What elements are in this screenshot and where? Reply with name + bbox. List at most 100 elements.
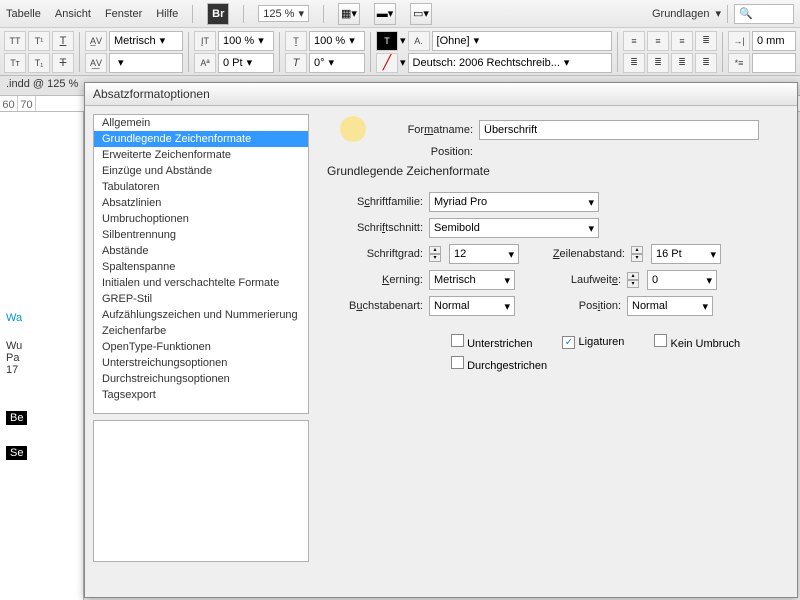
menu-fenster[interactable]: Fenster: [105, 8, 142, 20]
kerning-combo[interactable]: Metrisch▾: [109, 31, 183, 51]
menubar: Tabelle Ansicht Fenster Hilfe Br 125 %▾ …: [0, 0, 800, 28]
sidebar-item[interactable]: Aufzählungszeichen und Nummerierung: [94, 307, 308, 323]
dialog-title: Absatzformatoptionen: [85, 83, 797, 106]
indent-left-icon: →|: [728, 31, 750, 51]
language-combo[interactable]: Deutsch: 2006 Rechtschreib...▾: [408, 53, 612, 73]
sidebar-item[interactable]: Unterstreichungsoptionen: [94, 355, 308, 371]
workspace-combo[interactable]: Grundlagen: [652, 8, 710, 20]
subscript-button[interactable]: T₁: [28, 53, 50, 73]
indent-first-icon: *≡: [728, 53, 750, 73]
underline-checkbox[interactable]: Unterstrichen: [451, 334, 532, 350]
view-options-button[interactable]: ▭▾: [410, 3, 432, 25]
bridge-button[interactable]: Br: [207, 3, 229, 25]
kerning-combo[interactable]: Metrisch▾: [429, 270, 515, 290]
justify-left-button[interactable]: ≣: [623, 53, 645, 73]
pos-label: Position:: [521, 300, 621, 312]
tracking-combo[interactable]: 0▾: [647, 270, 717, 290]
formatname-input[interactable]: [479, 120, 759, 140]
stroke-button[interactable]: ╱: [376, 53, 398, 73]
sidebar-item[interactable]: OpenType-Funktionen: [94, 339, 308, 355]
sidebar-item[interactable]: Zeichenfarbe: [94, 323, 308, 339]
sidebar-item[interactable]: Absatzlinien: [94, 195, 308, 211]
fill-button[interactable]: T: [376, 31, 398, 51]
font-size-combo[interactable]: 12▾: [449, 244, 519, 264]
size-label: Schriftgrad:: [327, 248, 423, 260]
paragraph-style-options-dialog: Absatzformatoptionen AllgemeinGrundlegen…: [84, 82, 798, 598]
font-family-combo[interactable]: Myriad Pro▾: [429, 192, 599, 212]
vscale-combo[interactable]: 100 %▾: [218, 31, 274, 51]
search-icon: 🔍: [739, 7, 753, 20]
size-spinner[interactable]: ▴▾: [429, 246, 441, 262]
strikethrough-button[interactable]: T: [52, 53, 74, 73]
family-label: Schriftfamilie:: [327, 196, 423, 208]
sidebar-item[interactable]: Erweiterte Zeichenformate: [94, 147, 308, 163]
divider: [192, 5, 193, 23]
indent-left-combo[interactable]: 0 mm: [752, 31, 796, 51]
sidebar-item[interactable]: Einzüge und Abstände: [94, 163, 308, 179]
align-left-button[interactable]: ≡: [623, 31, 645, 51]
menu-ansicht[interactable]: Ansicht: [55, 8, 91, 20]
underline-button[interactable]: T: [52, 31, 74, 51]
screen-mode-button[interactable]: ▦▾: [338, 3, 360, 25]
hscale-combo[interactable]: 100 %▾: [309, 31, 365, 51]
ligatures-checkbox[interactable]: ✓ Ligaturen: [562, 336, 624, 349]
divider: [323, 5, 324, 23]
arrange-button[interactable]: ▬▾: [374, 3, 396, 25]
case-label: Buchstabenart:: [327, 300, 423, 312]
divider: [727, 5, 728, 23]
sidebar-item[interactable]: Silbentrennung: [94, 227, 308, 243]
justify-all-button[interactable]: ≣: [695, 53, 717, 73]
menu-hilfe[interactable]: Hilfe: [156, 8, 178, 20]
sidebar-item[interactable]: GREP-Stil: [94, 291, 308, 307]
sidebar-item[interactable]: Durchstreichungsoptionen: [94, 371, 308, 387]
position-label: Position:: [377, 146, 473, 158]
divider: [243, 5, 244, 23]
skew-combo[interactable]: 0°▾: [309, 53, 365, 73]
charstyle-icon: A.: [408, 31, 430, 51]
justify-button[interactable]: ≣: [695, 31, 717, 51]
align-right-button[interactable]: ≡: [671, 31, 693, 51]
align-center-button[interactable]: ≡: [647, 31, 669, 51]
category-list[interactable]: AllgemeinGrundlegende ZeichenformateErwe…: [93, 114, 309, 414]
search-input[interactable]: 🔍: [734, 4, 794, 24]
justify-right-button[interactable]: ≣: [671, 53, 693, 73]
sidebar-item[interactable]: Spaltenspanne: [94, 259, 308, 275]
sidebar-item[interactable]: Umbruchoptionen: [94, 211, 308, 227]
indent-first-combo[interactable]: [752, 53, 796, 73]
position-combo[interactable]: Normal▾: [627, 296, 713, 316]
smallcaps-button[interactable]: Tᴛ: [4, 53, 26, 73]
allcaps-button[interactable]: TT: [4, 31, 26, 51]
vscale-icon: ĮT: [194, 31, 216, 51]
hscale-icon: Ṯ: [285, 31, 307, 51]
document-area: Wa Wu Pa 17 Be Se: [0, 112, 84, 600]
highlight-circle: [340, 116, 366, 142]
tracking-spinner[interactable]: ▴▾: [627, 272, 639, 288]
leading-spinner[interactable]: ▴▾: [631, 246, 643, 262]
tracking-icon: A͟V: [85, 53, 107, 73]
zoom-combo[interactable]: 125 %▾: [258, 5, 309, 22]
preview-box: [93, 420, 309, 562]
charstyle-combo[interactable]: [Ohne]▾: [432, 31, 612, 51]
section-title: Grundlegende Zeichenformate: [327, 164, 779, 178]
justify-center-button[interactable]: ≣: [647, 53, 669, 73]
sidebar-item[interactable]: Allgemein: [94, 115, 308, 131]
style-label: Schriftschnitt:: [327, 222, 423, 234]
strike-checkbox[interactable]: Durchgestrichen: [451, 356, 547, 372]
nobreak-checkbox[interactable]: Kein Umbruch: [654, 334, 740, 350]
sidebar-item[interactable]: Tabulatoren: [94, 179, 308, 195]
sidebar-item[interactable]: Tagsexport: [94, 387, 308, 403]
superscript-button[interactable]: T¹: [28, 31, 50, 51]
menu-tabelle[interactable]: Tabelle: [6, 8, 41, 20]
baseline-icon: Aª: [194, 53, 216, 73]
kerning-icon: A̲V: [85, 31, 107, 51]
font-style-combo[interactable]: Semibold▾: [429, 218, 599, 238]
kerning-label: Kerning:: [327, 274, 423, 286]
leading-combo[interactable]: 16 Pt▾: [651, 244, 721, 264]
formatname-label: Formatname:: [377, 124, 473, 136]
case-combo[interactable]: Normal▾: [429, 296, 515, 316]
baseline-combo[interactable]: 0 Pt▾: [218, 53, 274, 73]
sidebar-item[interactable]: Grundlegende Zeichenformate: [94, 131, 308, 147]
tracking-combo[interactable]: ▾: [109, 53, 183, 73]
sidebar-item[interactable]: Abstände: [94, 243, 308, 259]
sidebar-item[interactable]: Initialen und verschachtelte Formate: [94, 275, 308, 291]
